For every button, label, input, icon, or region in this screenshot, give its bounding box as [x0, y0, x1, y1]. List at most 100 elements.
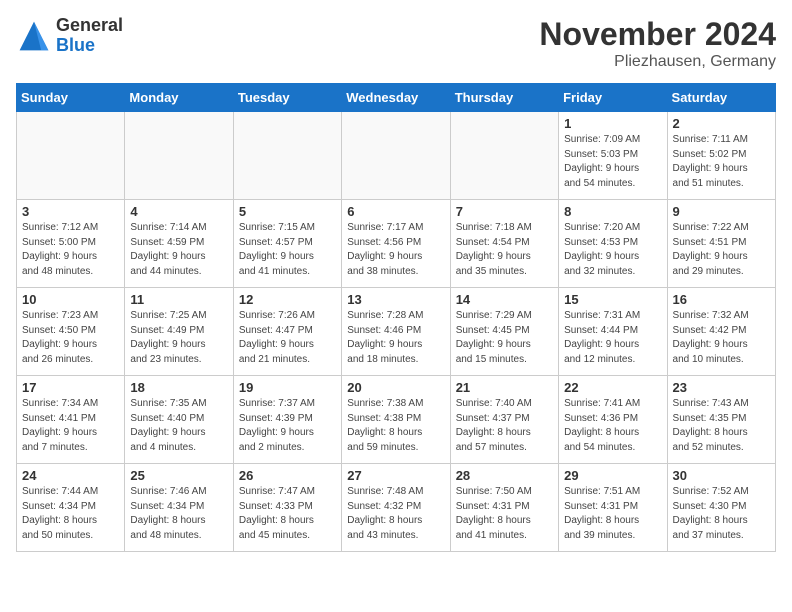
day-number: 10 — [22, 292, 119, 307]
page-header: General Blue November 2024 Pliezhausen, … — [16, 16, 776, 71]
day-info: Sunrise: 7:48 AMSunset: 4:32 PMDaylight:… — [347, 485, 444, 543]
week-row-3: 17Sunrise: 7:34 AMSunset: 4:41 PMDayligh… — [17, 376, 776, 464]
day-info: Sunrise: 7:23 AMSunset: 4:50 PMDaylight:… — [22, 309, 119, 367]
day-number: 24 — [22, 468, 119, 483]
day-number: 23 — [673, 380, 770, 395]
header-sunday: Sunday — [17, 84, 125, 112]
header-thursday: Thursday — [450, 84, 558, 112]
day-cell: 4Sunrise: 7:14 AMSunset: 4:59 PMDaylight… — [125, 200, 233, 288]
day-cell: 18 Sunrise: 7:35 AMSunset: 4:40 PMDayligh… — [125, 376, 233, 464]
day-cell — [450, 112, 558, 200]
title-block: November 2024 Pliezhausen, Germany — [539, 16, 776, 71]
day-info: Sunrise: 7:37 AMSunset: 4:39 PMDaylight:… — [239, 397, 336, 455]
day-cell: 26 Sunrise: 7:47 AMSunset: 4:33 PMDayligh… — [233, 464, 341, 552]
day-cell: 22Sunrise: 7:41 AMSunset: 4:36 PMDayligh… — [559, 376, 667, 464]
day-info: Sunrise: 7:38 AMSunset: 4:38 PMDaylight:… — [347, 397, 444, 455]
day-info: Sunrise: 7:22 AMSunset: 4:51 PMDaylight:… — [673, 221, 770, 279]
day-number: 3 — [22, 204, 119, 219]
day-info: Sunrise: 7:32 AMSunset: 4:42 PMDaylight:… — [673, 309, 770, 367]
day-info: Sunrise: 7:20 AMSunset: 4:53 PMDaylight:… — [564, 221, 661, 279]
day-number: 18 — [130, 380, 227, 395]
week-row-0: 1Sunrise: 7:09 AMSunset: 5:03 PMDaylight… — [17, 112, 776, 200]
day-number: 21 — [456, 380, 553, 395]
day-info: Sunrise: 7:14 AMSunset: 4:59 PMDaylight:… — [130, 221, 227, 279]
day-cell: 9 Sunrise: 7:22 AMSunset: 4:51 PMDaylight… — [667, 200, 775, 288]
day-info: Sunrise: 7:35 AMSunset: 4:40 PMDaylight:… — [130, 397, 227, 455]
day-info: Sunrise: 7:17 AMSunset: 4:56 PMDaylight:… — [347, 221, 444, 279]
day-number: 30 — [673, 468, 770, 483]
header-tuesday: Tuesday — [233, 84, 341, 112]
day-cell: 16 Sunrise: 7:32 AMSunset: 4:42 PMDayligh… — [667, 288, 775, 376]
day-number: 29 — [564, 468, 661, 483]
week-row-2: 10 Sunrise: 7:23 AMSunset: 4:50 PMDayligh… — [17, 288, 776, 376]
week-row-4: 24Sunrise: 7:44 AMSunset: 4:34 PMDayligh… — [17, 464, 776, 552]
day-info: Sunrise: 7:52 AMSunset: 4:30 PMDaylight:… — [673, 485, 770, 543]
day-info: Sunrise: 7:26 AMSunset: 4:47 PMDaylight:… — [239, 309, 336, 367]
header-wednesday: Wednesday — [342, 84, 450, 112]
day-number: 2 — [673, 116, 770, 131]
day-number: 27 — [347, 468, 444, 483]
day-info: Sunrise: 7:50 AMSunset: 4:31 PMDaylight:… — [456, 485, 553, 543]
day-cell: 21 Sunrise: 7:40 AMSunset: 4:37 PMDayligh… — [450, 376, 558, 464]
day-cell: 30 Sunrise: 7:52 AMSunset: 4:30 PMDayligh… — [667, 464, 775, 552]
day-number: 14 — [456, 292, 553, 307]
day-number: 13 — [347, 292, 444, 307]
day-number: 8 — [564, 204, 661, 219]
day-info: Sunrise: 7:25 AMSunset: 4:49 PMDaylight:… — [130, 309, 227, 367]
logo-blue-text: Blue — [56, 36, 123, 56]
day-number: 7 — [456, 204, 553, 219]
day-info: Sunrise: 7:31 AMSunset: 4:44 PMDaylight:… — [564, 309, 661, 367]
day-cell: 15 Sunrise: 7:31 AMSunset: 4:44 PMDayligh… — [559, 288, 667, 376]
day-cell: 28 Sunrise: 7:50 AMSunset: 4:31 PMDayligh… — [450, 464, 558, 552]
day-cell: 5 Sunrise: 7:15 AMSunset: 4:57 PMDaylight… — [233, 200, 341, 288]
calendar-table: SundayMondayTuesdayWednesdayThursdayFrid… — [16, 83, 776, 552]
day-cell: 24Sunrise: 7:44 AMSunset: 4:34 PMDayligh… — [17, 464, 125, 552]
day-info: Sunrise: 7:15 AMSunset: 4:57 PMDaylight:… — [239, 221, 336, 279]
day-info: Sunrise: 7:47 AMSunset: 4:33 PMDaylight:… — [239, 485, 336, 543]
day-info: Sunrise: 7:46 AMSunset: 4:34 PMDaylight:… — [130, 485, 227, 543]
day-info: Sunrise: 7:41 AMSunset: 4:36 PMDaylight:… — [564, 397, 661, 455]
day-cell: 14Sunrise: 7:29 AMSunset: 4:45 PMDayligh… — [450, 288, 558, 376]
day-info: Sunrise: 7:18 AMSunset: 4:54 PMDaylight:… — [456, 221, 553, 279]
day-number: 20 — [347, 380, 444, 395]
day-info: Sunrise: 7:43 AMSunset: 4:35 PMDaylight:… — [673, 397, 770, 455]
day-cell: 12 Sunrise: 7:26 AMSunset: 4:47 PMDayligh… — [233, 288, 341, 376]
day-number: 5 — [239, 204, 336, 219]
day-cell: 25 Sunrise: 7:46 AMSunset: 4:34 PMDayligh… — [125, 464, 233, 552]
day-cell: 3 Sunrise: 7:12 AMSunset: 5:00 PMDaylight… — [17, 200, 125, 288]
day-cell — [17, 112, 125, 200]
day-cell: 10 Sunrise: 7:23 AMSunset: 4:50 PMDayligh… — [17, 288, 125, 376]
day-cell: 6Sunrise: 7:17 AMSunset: 4:56 PMDaylight… — [342, 200, 450, 288]
day-number: 16 — [673, 292, 770, 307]
day-info: Sunrise: 7:12 AMSunset: 5:00 PMDaylight:… — [22, 221, 119, 279]
header-monday: Monday — [125, 84, 233, 112]
day-cell — [125, 112, 233, 200]
day-cell: 19 Sunrise: 7:37 AMSunset: 4:39 PMDayligh… — [233, 376, 341, 464]
day-cell: 27 Sunrise: 7:48 AMSunset: 4:32 PMDayligh… — [342, 464, 450, 552]
day-info: Sunrise: 7:51 AMSunset: 4:31 PMDaylight:… — [564, 485, 661, 543]
day-info: Sunrise: 7:11 AMSunset: 5:02 PMDaylight:… — [673, 133, 770, 191]
day-number: 11 — [130, 292, 227, 307]
calendar-header-row: SundayMondayTuesdayWednesdayThursdayFrid… — [17, 84, 776, 112]
header-saturday: Saturday — [667, 84, 775, 112]
logo-general-text: General — [56, 16, 123, 36]
day-cell: 2 Sunrise: 7:11 AMSunset: 5:02 PMDaylight… — [667, 112, 775, 200]
day-info: Sunrise: 7:34 AMSunset: 4:41 PMDaylight:… — [22, 397, 119, 455]
day-number: 19 — [239, 380, 336, 395]
day-number: 15 — [564, 292, 661, 307]
day-number: 26 — [239, 468, 336, 483]
day-cell: 29 Sunrise: 7:51 AMSunset: 4:31 PMDayligh… — [559, 464, 667, 552]
day-number: 9 — [673, 204, 770, 219]
day-cell: 7 Sunrise: 7:18 AMSunset: 4:54 PMDaylight… — [450, 200, 558, 288]
day-number: 25 — [130, 468, 227, 483]
week-row-1: 3 Sunrise: 7:12 AMSunset: 5:00 PMDaylight… — [17, 200, 776, 288]
day-info: Sunrise: 7:28 AMSunset: 4:46 PMDaylight:… — [347, 309, 444, 367]
day-number: 12 — [239, 292, 336, 307]
day-info: Sunrise: 7:09 AMSunset: 5:03 PMDaylight:… — [564, 133, 661, 191]
day-cell: 20 Sunrise: 7:38 AMSunset: 4:38 PMDayligh… — [342, 376, 450, 464]
day-number: 28 — [456, 468, 553, 483]
day-info: Sunrise: 7:40 AMSunset: 4:37 PMDaylight:… — [456, 397, 553, 455]
logo: General Blue — [16, 16, 123, 56]
day-cell: 13 Sunrise: 7:28 AMSunset: 4:46 PMDayligh… — [342, 288, 450, 376]
logo-icon — [16, 18, 52, 54]
